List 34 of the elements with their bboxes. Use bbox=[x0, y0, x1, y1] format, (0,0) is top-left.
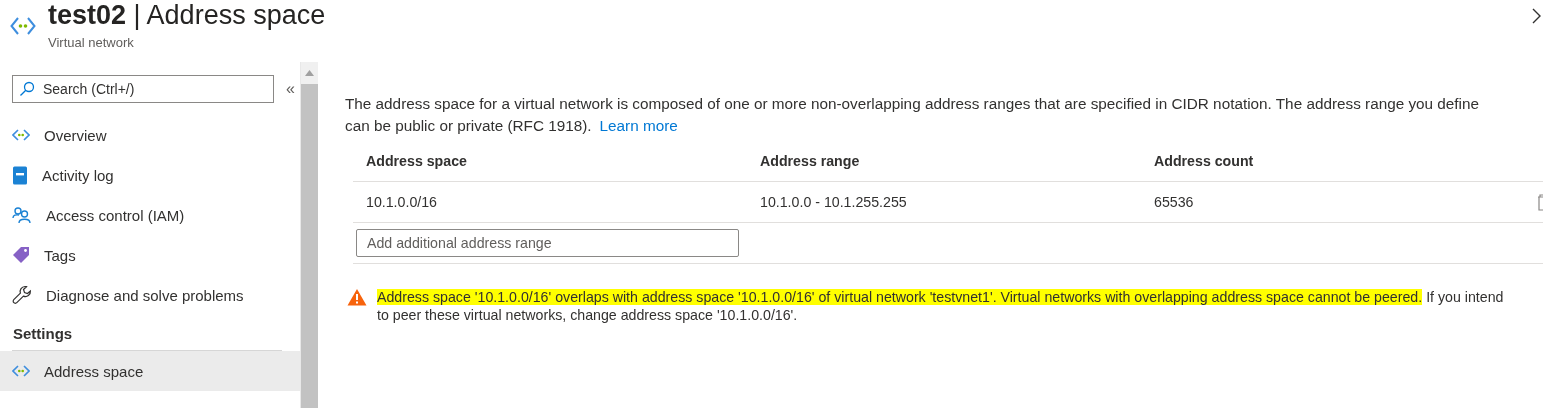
description-text: can be public or private (RFC 1918). Learn more bbox=[345, 116, 679, 136]
page-subtitle: Virtual network bbox=[48, 35, 135, 50]
wrench-icon bbox=[12, 285, 32, 305]
nav-item[interactable]: Diagnose and solve problems bbox=[0, 275, 300, 315]
book-icon bbox=[12, 165, 28, 185]
people-icon bbox=[12, 206, 32, 224]
table-cell-text: 65536 bbox=[1154, 194, 1195, 210]
page-title: test02 | Address space bbox=[48, 0, 326, 32]
warning-icon bbox=[347, 288, 367, 306]
collapse-button[interactable]: « bbox=[286, 80, 295, 98]
nav-item[interactable]: Access control (IAM) bbox=[0, 195, 300, 235]
search-icon bbox=[19, 81, 35, 97]
tag-icon bbox=[12, 246, 30, 264]
address-range-input[interactable]: Add additional address range bbox=[356, 229, 739, 257]
learn-more-link[interactable]: Learn more bbox=[599, 117, 678, 134]
table-cell-text: 10.1.0.0/16 bbox=[366, 194, 438, 210]
nav-item[interactable]: Overview bbox=[0, 115, 300, 155]
section-heading: Settings bbox=[12, 324, 74, 344]
network-icon bbox=[12, 365, 30, 377]
search-field[interactable]: Search (Ctrl+/) bbox=[12, 75, 274, 103]
table-cell-text: 10.1.0.0 - 10.1.255.255 bbox=[760, 194, 908, 210]
chevron-icon[interactable] bbox=[1531, 6, 1543, 26]
scrollbar[interactable] bbox=[300, 62, 318, 408]
description-text: The address space for a virtual network is composed of one or more non-overlapping address ranges that are specified in CIDR notation. The address range you define bbox=[345, 94, 1481, 114]
scroll-up-icon[interactable] bbox=[305, 70, 314, 76]
nav-item[interactable]: Activity log bbox=[0, 155, 300, 195]
network-icon bbox=[12, 129, 30, 141]
column-header: Address count bbox=[1154, 153, 1255, 169]
warning-message: Address space '10.1.0.0/16' overlaps with address space '10.1.0.0/16' of virtual network 'testvnet1'. Virtual networks with overlapping address space cannot be peered. If you intend to peer these virtual networks, change address space '10.1.0.0/16'. bbox=[377, 288, 1505, 324]
column-header: Address range bbox=[760, 153, 861, 169]
nav-item[interactable]: Address space bbox=[0, 351, 300, 391]
column-header: Address space bbox=[366, 153, 468, 169]
nav-item[interactable]: Tags bbox=[0, 235, 300, 275]
network-icon bbox=[10, 17, 36, 35]
